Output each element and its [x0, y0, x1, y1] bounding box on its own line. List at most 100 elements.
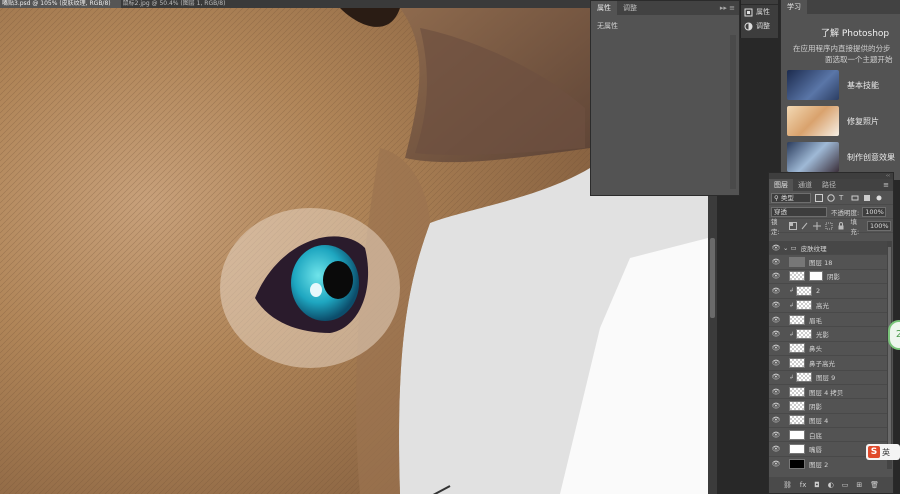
layer-row[interactable]: 👁 阴影 [769, 270, 887, 285]
layer-thumbnail [789, 257, 805, 268]
clipping-mask-icon: ↲ [789, 301, 795, 309]
visibility-eye-icon[interactable]: 👁 [769, 330, 783, 338]
type-filter-icon[interactable]: T [839, 194, 847, 202]
chevron-down-icon[interactable]: ⌄ [783, 244, 788, 252]
clipping-mask-icon: ↲ [789, 330, 795, 338]
layer-row[interactable]: 👁 ↲ 2 [769, 284, 887, 299]
visibility-eye-icon[interactable]: 👁 [769, 373, 783, 381]
lock-artboard-icon[interactable] [825, 222, 833, 230]
visibility-eye-icon[interactable]: 👁 [769, 301, 783, 309]
visibility-eye-icon[interactable]: 👁 [769, 316, 783, 324]
layer-row[interactable]: 👁 眉毛 [769, 313, 887, 328]
layer-name: 皮肤纹理 [800, 244, 827, 253]
panel-menu-icon[interactable]: ≡ [883, 181, 889, 189]
visibility-eye-icon[interactable]: 👁 [769, 344, 783, 352]
floating-helper-badge[interactable]: 2 [888, 320, 900, 350]
learn-card-repair[interactable]: 修复照片 [787, 105, 900, 137]
dock-adjustments-button[interactable]: 调整 [741, 19, 778, 33]
layer-group-row[interactable]: 👁 ⌄ ▭ 皮肤纹理 [769, 241, 887, 256]
visibility-eye-icon[interactable]: 👁 [769, 258, 783, 266]
ime-toolbar[interactable]: S 英 [866, 444, 900, 460]
tab-adjustments[interactable]: 调整 [617, 1, 643, 15]
layer-name: 鼻头 [809, 345, 822, 354]
layer-name: 高光 [816, 302, 830, 311]
smart-object-filter-icon[interactable] [863, 194, 871, 202]
learn-card-creative[interactable]: 制作创意效果 [787, 141, 900, 173]
layer-row[interactable]: 👁 ↲ 光影 [769, 327, 887, 342]
layers-scrollbar[interactable] [887, 241, 892, 469]
tab-learn[interactable]: 学习 [781, 0, 807, 14]
visibility-eye-icon[interactable]: 👁 [769, 244, 783, 252]
layer-name: 阴影 [809, 402, 822, 411]
layer-thumbnail [789, 271, 805, 282]
lock-brush-icon[interactable] [801, 222, 809, 230]
layer-name: 眉毛 [809, 316, 822, 325]
folder-icon: ▭ [790, 243, 797, 252]
lock-label: 锁定: [771, 217, 780, 236]
document-tab-inactive[interactable]: 鼠标2.jpg @ 50.4% (图层 1, RGB/8) [121, 0, 236, 8]
layer-name: 2 [816, 286, 821, 295]
layer-thumbnail [789, 429, 805, 440]
new-layer-icon[interactable]: ⊞ [856, 481, 862, 489]
properties-panel: 属性 调整 ▸▸ ≡ 无属性 [590, 0, 740, 196]
visibility-eye-icon[interactable]: 👁 [769, 388, 783, 396]
visibility-eye-icon[interactable]: 👁 [769, 287, 783, 295]
adjustments-icon [744, 22, 753, 31]
layer-thumbnail [789, 314, 805, 325]
fill-input[interactable]: 100% [867, 220, 891, 231]
visibility-eye-icon[interactable]: 👁 [769, 460, 783, 468]
visibility-eye-icon[interactable]: 👁 [769, 272, 783, 280]
layer-row[interactable]: 👁 阴影 [769, 399, 887, 414]
filter-toggle-icon[interactable] [875, 194, 883, 202]
mask-icon[interactable]: ◘ [814, 481, 820, 489]
layer-row[interactable]: 👁 ↲ 高光 [769, 299, 887, 313]
opacity-input[interactable]: 100% [862, 206, 887, 217]
card-thumbnail [787, 106, 839, 136]
filter-kind-select[interactable]: ⚲ 类型 [771, 192, 811, 203]
pixel-filter-icon[interactable] [815, 193, 823, 202]
layer-row[interactable]: 👁 白底 [769, 428, 887, 443]
dock-properties-button[interactable]: 属性 [741, 5, 778, 19]
trash-icon[interactable]: 🗑 [870, 481, 879, 489]
adjustment-icon[interactable]: ◐ [828, 481, 834, 489]
lock-all-icon[interactable] [837, 221, 845, 230]
lock-move-icon[interactable] [812, 221, 821, 230]
adjustment-filter-icon[interactable] [827, 193, 835, 202]
layer-thumbnail [796, 285, 813, 296]
visibility-eye-icon[interactable]: 👁 [769, 402, 783, 410]
layer-thumbnail [789, 357, 805, 368]
layer-row[interactable]: 👁 图层 18 [769, 255, 887, 270]
panel-dock: 属性 调整 [740, 0, 778, 38]
fx-icon[interactable]: fx [800, 481, 807, 489]
learn-card-basics[interactable]: 基本技能 [787, 69, 900, 101]
panel-collapse-icon[interactable]: ▸▸ ≡ [720, 4, 735, 12]
visibility-eye-icon[interactable]: 👁 [769, 359, 783, 367]
layers-footer: ⛓ fx ◘ ◐ ▭ ⊞ 🗑 [769, 477, 893, 493]
tab-channels[interactable]: 通道 [793, 179, 817, 191]
layer-thumbnail [789, 458, 805, 469]
tab-properties[interactable]: 属性 [591, 1, 617, 15]
tab-paths[interactable]: 路径 [817, 179, 841, 191]
layer-name: 图层 4 [809, 417, 829, 426]
visibility-eye-icon[interactable]: 👁 [769, 431, 783, 439]
layer-row[interactable]: 👁 图层 4 拷贝 [769, 385, 887, 400]
link-icon[interactable]: ⛓ [783, 481, 792, 489]
properties-scrollbar[interactable] [730, 35, 736, 189]
layer-thumbnail [789, 400, 805, 411]
layer-thumbnail [789, 343, 805, 354]
layer-mask-thumbnail[interactable] [809, 271, 823, 282]
layer-name: 图层 9 [816, 374, 836, 383]
visibility-eye-icon[interactable]: 👁 [769, 416, 783, 424]
ime-mode-label[interactable]: 英 [882, 447, 890, 458]
document-tab-active[interactable]: 嘴贴3.psd @ 105% (皮肤纹理, RGB/8) [0, 0, 121, 8]
layer-row[interactable]: 👁 鼻头 [769, 342, 887, 357]
layer-row[interactable]: 👁 鼻子高光 [769, 356, 887, 371]
visibility-eye-icon[interactable]: 👁 [769, 445, 783, 453]
lock-transparent-icon[interactable] [788, 221, 797, 230]
layer-row[interactable]: 👁 图层 4 [769, 414, 887, 429]
folder-icon[interactable]: ▭ [842, 481, 849, 489]
tab-layers[interactable]: 图层 [769, 179, 793, 191]
layer-row[interactable]: 👁 ↲ 图层 9 [769, 371, 887, 385]
shape-filter-icon[interactable] [851, 194, 859, 202]
card-thumbnail [787, 70, 839, 100]
